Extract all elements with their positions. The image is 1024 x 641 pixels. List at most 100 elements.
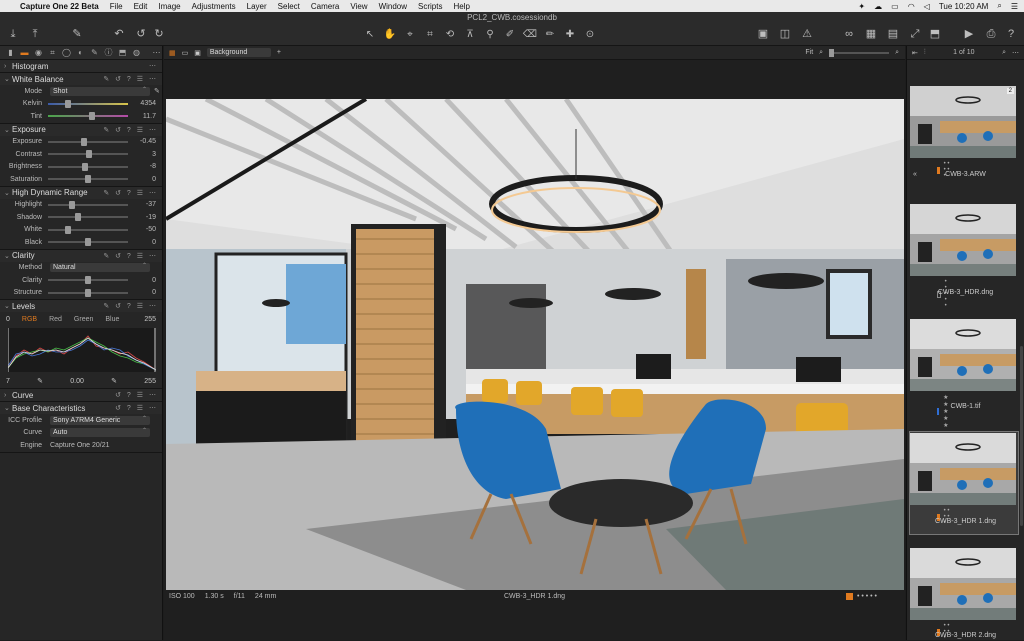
export-icon[interactable]: ⤒ (28, 28, 42, 40)
collapse-chevron-icon[interactable]: ⌄ (4, 126, 12, 134)
stack-collapse-icon[interactable]: « (913, 171, 917, 178)
shadow-slider[interactable] (48, 213, 128, 222)
output-tab-icon[interactable]: ⬒ (117, 48, 128, 57)
kelvin-value[interactable]: 4354 (128, 100, 156, 107)
structure-slider[interactable] (48, 288, 128, 297)
thumbnail-image[interactable] (910, 319, 1016, 391)
channel-red[interactable]: Red (49, 316, 62, 323)
menu-file[interactable]: File (110, 2, 123, 11)
slider-knob[interactable] (85, 175, 91, 184)
saturation-slider[interactable] (48, 175, 128, 184)
main-image[interactable] (166, 99, 904, 590)
wifi-icon[interactable]: ◠ (908, 2, 915, 11)
clarity-method-select[interactable]: Natural (50, 262, 150, 273)
batch-tab-icon[interactable]: ◍ (131, 48, 142, 57)
filmstrip-back-icon[interactable]: ⇤ (912, 49, 918, 57)
expand-icon[interactable]: ⤢ (908, 28, 922, 40)
reset-icon[interactable]: ↶ (112, 28, 126, 40)
levels-input-low[interactable]: 0 (6, 316, 10, 323)
wb-picker-icon[interactable]: ✎ (154, 87, 160, 95)
volume-icon[interactable]: ◁ (924, 2, 930, 11)
black-slider[interactable] (48, 238, 128, 247)
slider-knob[interactable] (829, 48, 835, 57)
shadow-value[interactable]: -19 (128, 214, 156, 221)
tether-icon[interactable]: ⬒ (928, 28, 942, 40)
menu-scripts[interactable]: Scripts (418, 2, 442, 11)
thumbnail-image[interactable] (910, 204, 1016, 276)
image-view-icon[interactable]: ▣ (194, 49, 201, 57)
mask-cursor-icon[interactable]: ✏ (542, 29, 558, 40)
thumbnail-image[interactable] (910, 433, 1016, 505)
icc-profile-select[interactable]: Sony A7RM4 Generic (50, 415, 150, 425)
help-icon[interactable]: ? (1004, 28, 1018, 40)
select-cursor-icon[interactable]: ↖ (362, 29, 378, 40)
star-rating[interactable]: • • • • • (857, 593, 877, 600)
single-view-icon[interactable]: ▭ (182, 49, 189, 57)
menu-layer[interactable]: Layer (247, 2, 267, 11)
base-curve-select[interactable]: Auto (50, 427, 150, 438)
metadata-tab-icon[interactable]: ⓘ (103, 47, 114, 58)
crop-cursor-icon[interactable]: ⌗ (422, 29, 438, 40)
slider-knob[interactable] (69, 200, 75, 209)
zoom-in-icon[interactable]: ⌕ (895, 49, 899, 57)
levels-output-low[interactable]: 7 (6, 378, 10, 385)
rotate-cursor-icon[interactable]: ⟲ (442, 29, 458, 40)
menu-adjustments[interactable]: Adjustments (192, 2, 236, 11)
cloud-icon[interactable]: ☁ (874, 2, 882, 11)
section-actions-icon[interactable]: ↺ ? ☰ ⋯ (115, 391, 158, 399)
structure-value[interactable]: 0 (128, 289, 156, 296)
slider-knob[interactable] (65, 99, 71, 108)
background-select[interactable]: Background (206, 48, 271, 57)
lens-tab-icon[interactable]: ◉ (33, 48, 44, 57)
collapse-chevron-icon[interactable]: ⌄ (4, 252, 12, 260)
brightness-value[interactable]: -8 (128, 163, 156, 170)
collapse-chevron-icon[interactable]: ⌄ (4, 404, 12, 412)
exposure-slider[interactable] (48, 137, 128, 146)
histogram-header[interactable]: › Histogram ⋯ (0, 60, 162, 72)
color-tag[interactable] (845, 592, 853, 600)
compare-icon[interactable]: ▤ (886, 28, 900, 40)
slider-knob[interactable] (81, 137, 87, 146)
exposure-header[interactable]: ⌄ Exposure ✎ ↺ ? ☰ ⋯ (0, 123, 162, 136)
clarity-slider[interactable] (48, 276, 128, 285)
kelvin-slider[interactable] (48, 99, 128, 108)
section-actions-icon[interactable]: ✎ ↺ ? ☰ ⋯ (103, 189, 158, 197)
tint-value[interactable]: 11.7 (128, 113, 156, 120)
browser-more-icon[interactable]: ⋯ (1012, 49, 1019, 57)
levels-black-picker-icon[interactable]: ✎ (37, 377, 43, 385)
overlay-icon[interactable]: ◫ (778, 28, 792, 40)
levels-input-high[interactable]: 255 (144, 316, 156, 323)
menu-edit[interactable]: Edit (134, 2, 148, 11)
redo-icon[interactable]: ↻ (152, 28, 166, 40)
saturation-value[interactable]: 0 (128, 176, 156, 183)
contrast-value[interactable]: 3 (128, 151, 156, 158)
search-icon[interactable]: ⌕ (997, 1, 1001, 11)
section-actions-icon[interactable]: ↺ ? ☰ ⋯ (115, 404, 158, 412)
slider-knob[interactable] (85, 276, 91, 285)
thumbnail-image[interactable] (910, 548, 1016, 620)
curve-header[interactable]: › Curve ↺ ? ☰ ⋯ (0, 389, 162, 401)
clock[interactable]: Tue 10:20 AM (939, 2, 989, 11)
section-actions-icon[interactable]: ✎ ↺ ? ☰ ⋯ (103, 302, 158, 310)
white-slider[interactable] (48, 225, 128, 234)
zoom-slider[interactable] (829, 48, 890, 57)
collapse-chevron-icon[interactable]: ⌄ (4, 75, 12, 83)
dropbox-icon[interactable]: ✦ (858, 2, 865, 11)
levels-histogram[interactable] (7, 328, 157, 372)
clarity-value[interactable]: 0 (128, 277, 156, 284)
battery-icon[interactable]: ▭ (891, 2, 899, 11)
control-center-icon[interactable]: ☰ (1011, 2, 1018, 11)
levels-midpoint[interactable]: 0.00 (70, 378, 84, 385)
base-characteristics-header[interactable]: ⌄ Base Characteristics ↺ ? ☰ ⋯ (0, 402, 162, 414)
menu-camera[interactable]: Camera (311, 2, 339, 11)
grid-view-icon[interactable]: ▦ (864, 28, 878, 40)
adjust-tab-icon[interactable]: ▬ (19, 48, 30, 57)
tint-slider[interactable] (48, 112, 128, 121)
pan-cursor-icon[interactable]: ✋ (382, 29, 398, 40)
exposure-value[interactable]: -0.45 (128, 138, 156, 145)
levels-white-picker-icon[interactable]: ✎ (111, 377, 117, 385)
hdr-header[interactable]: ⌄ High Dynamic Range ✎ ↺ ? ☰ ⋯ (0, 186, 162, 199)
search-icon[interactable]: ⌕ (1002, 49, 1006, 57)
menu-image[interactable]: Image (158, 2, 180, 11)
slideshow-icon[interactable]: ▶ (962, 28, 976, 40)
